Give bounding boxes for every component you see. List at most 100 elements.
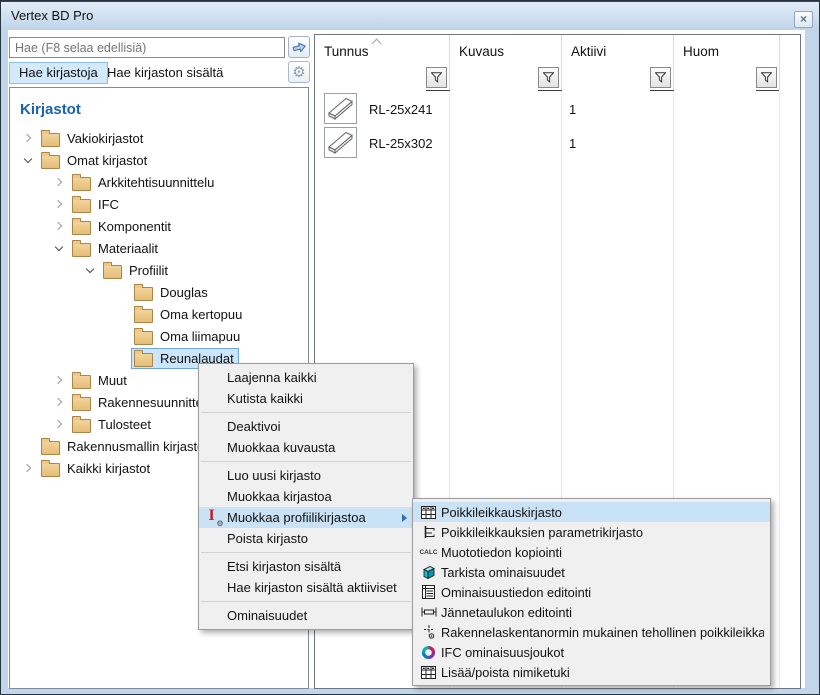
tree-item-douglas[interactable]: Douglas	[10, 281, 308, 303]
menu-item-etsi-kirjaston-sisalta[interactable]: Etsi kirjaston sisältä	[199, 556, 413, 577]
tree-item-body[interactable]: Komponentit	[69, 216, 176, 237]
tree-item-body[interactable]: Arkkitehtisuunnittelu	[69, 172, 219, 193]
chevron-closed-icon[interactable]	[51, 394, 67, 410]
table-filter-row	[315, 65, 779, 91]
menu-item-poikkileikkauksien-parametrikirjasto[interactable]: Poikkileikkauksien parametrikirjasto	[413, 522, 770, 542]
grid-icon	[416, 666, 441, 679]
tree-item-materiaalit[interactable]: Materiaalit	[10, 237, 308, 259]
tab-search-libraries[interactable]: Hae kirjastoja	[9, 62, 108, 84]
chevron-closed-icon[interactable]	[20, 460, 36, 476]
menu-item-label: Jännetaulukon editointi	[441, 605, 764, 620]
menu-item-ifc-ominaisuusjoukot[interactable]: IFC ominaisuusjoukot	[413, 642, 770, 662]
chevron-closed-icon[interactable]	[51, 174, 67, 190]
filter-input-aktiivi[interactable]	[562, 64, 650, 91]
folder-icon	[134, 309, 153, 323]
tree-item-vakiokirjastot[interactable]: Vakiokirjastot	[10, 127, 308, 149]
table-rows: RL-25x2411RL-25x3021	[315, 92, 800, 160]
menu-item-ominaisuudet[interactable]: Ominaisuudet	[199, 605, 413, 626]
chevron-spacer	[20, 438, 36, 454]
menu-item-lisaa-poista-nimiketuki[interactable]: Lisää/poista nimiketuki	[413, 662, 770, 682]
tree-item-body[interactable]: Oma liimapuu	[131, 326, 245, 347]
folder-icon	[72, 199, 91, 213]
menu-item-laajenna-kaikki[interactable]: Laajenna kaikki	[199, 367, 413, 388]
chevron-closed-icon[interactable]	[51, 196, 67, 212]
tree-item-body[interactable]: Muut	[69, 370, 132, 391]
menu-item-tarkista-ominaisuudet[interactable]: Tarkista ominaisuudet	[413, 562, 770, 582]
table-row[interactable]: RL-25x3021	[315, 126, 800, 160]
menu-separator	[201, 461, 411, 462]
column-header-huom[interactable]: Huom	[674, 35, 780, 65]
column-header-aktiivi[interactable]: Aktiivi	[562, 35, 674, 65]
tree-item-body[interactable]: Omat kirjastot	[38, 150, 152, 171]
chevron-closed-icon[interactable]	[51, 416, 67, 432]
filter-funnel-icon[interactable]	[426, 67, 447, 88]
column-header-kuvaus[interactable]: Kuvaus	[450, 35, 562, 65]
search-input[interactable]	[9, 37, 285, 58]
filter-input-tunnus[interactable]	[315, 64, 426, 91]
chevron-spacer	[113, 306, 129, 322]
submenu-arrow-icon	[402, 514, 407, 522]
tree-item-oma-liimapuu[interactable]: Oma liimapuu	[10, 325, 308, 347]
chevron-open-icon[interactable]	[20, 152, 36, 168]
menu-item-hae-kirjaston-sisalta-aktiiviset[interactable]: Hae kirjaston sisältä aktiiviset	[199, 577, 413, 598]
filter-input-kuvaus[interactable]	[450, 64, 538, 91]
tree-item-body[interactable]: Rakennusmallin kirjastot	[38, 436, 213, 457]
tree-item-profiilit[interactable]: Profiilit	[10, 259, 308, 281]
folder-icon	[72, 177, 91, 191]
context-menu: Laajenna kaikkiKutista kaikkiDeaktivoiMu…	[198, 363, 414, 630]
filter-input-huom[interactable]	[674, 64, 756, 91]
tree-item-body[interactable]: Tulosteet	[69, 414, 156, 435]
menu-item-rakennelaskentanormin-mukainen-tehollinen-poikkileikkaus[interactable]: Rakennelaskentanormin mukainen teholline…	[413, 622, 770, 642]
column-grid-line	[779, 91, 780, 688]
chevron-closed-icon[interactable]	[20, 130, 36, 146]
chevron-closed-icon[interactable]	[51, 218, 67, 234]
tree-item-body[interactable]: IFC	[69, 194, 124, 215]
tree-item-body[interactable]: Materiaalit	[69, 238, 163, 259]
chevron-open-icon[interactable]	[51, 240, 67, 256]
filter-funnel-icon[interactable]	[756, 67, 777, 88]
tree-item-oma-kertopuu[interactable]: Oma kertopuu	[10, 303, 308, 325]
menu-item-ominaisuustiedon-editointi[interactable]: Ominaisuustiedon editointi	[413, 582, 770, 602]
table-row[interactable]: RL-25x2411	[315, 92, 800, 126]
plank-icon	[324, 127, 357, 158]
menu-item-jannetaulukon-editointi[interactable]: Jännetaulukon editointi	[413, 602, 770, 622]
menu-item-muokkaa-profiilikirjastoa[interactable]: I⚙Muokkaa profiilikirjastoa	[199, 507, 413, 528]
menu-item-muototiedon-kopiointi[interactable]: CALCMuototiedon kopiointi	[413, 542, 770, 562]
chevron-closed-icon[interactable]	[51, 372, 67, 388]
tree-item-label: Materiaalit	[98, 241, 158, 256]
tree-item-label: Omat kirjastot	[67, 153, 147, 168]
tree-item-body[interactable]: Oma kertopuu	[131, 304, 247, 325]
menu-item-label: Kutista kaikki	[227, 391, 407, 406]
tab-search-library-content[interactable]: Hae kirjaston sisältä	[107, 62, 223, 84]
tree-item-omat-kirjastot[interactable]: Omat kirjastot	[10, 149, 308, 171]
folder-icon	[41, 155, 60, 169]
menu-item-muokkaa-kuvausta[interactable]: Muokkaa kuvausta	[199, 437, 413, 458]
close-icon[interactable]: ×	[794, 11, 813, 28]
menu-item-poista-kirjasto[interactable]: Poista kirjasto	[199, 528, 413, 549]
folder-icon	[72, 221, 91, 235]
menu-item-deaktivoi[interactable]: Deaktivoi	[199, 416, 413, 437]
tree-item-body[interactable]: Kaikki kirjastot	[38, 458, 155, 479]
filter-funnel-icon[interactable]	[538, 67, 559, 88]
tree-item-label: Vakiokirjastot	[67, 131, 143, 146]
tree-item-ifc[interactable]: IFC	[10, 193, 308, 215]
menu-item-kutista-kaikki[interactable]: Kutista kaikki	[199, 388, 413, 409]
column-header-tunnus[interactable]: Tunnus	[315, 35, 450, 65]
tree-item-arkkitehtisuunnittelu[interactable]: Arkkitehtisuunnittelu	[10, 171, 308, 193]
gear-button[interactable]: ⚙	[288, 61, 310, 83]
menu-item-label: Rakennelaskentanormin mukainen teholline…	[441, 625, 764, 640]
tree-item-label: Kaikki kirjastot	[67, 461, 150, 476]
tree-item-komponentit[interactable]: Komponentit	[10, 215, 308, 237]
ifc-icon	[416, 645, 441, 660]
menu-item-poikkileikkauskirjasto[interactable]: Poikkileikkauskirjasto	[413, 502, 770, 522]
tree-item-label: Arkkitehtisuunnittelu	[98, 175, 214, 190]
tree-item-body[interactable]: Rakennesuunnittelu	[69, 392, 218, 413]
chevron-open-icon[interactable]	[82, 262, 98, 278]
tree-item-body[interactable]: Profiilit	[100, 260, 173, 281]
menu-item-muokkaa-kirjastoa[interactable]: Muokkaa kirjastoa	[199, 486, 413, 507]
filter-funnel-icon[interactable]	[650, 67, 671, 88]
tree-item-body[interactable]: Vakiokirjastot	[38, 128, 148, 149]
go-arrow-button[interactable]	[288, 36, 310, 58]
menu-item-luo-uusi-kirjasto[interactable]: Luo uusi kirjasto	[199, 465, 413, 486]
tree-item-body[interactable]: Douglas	[131, 282, 213, 303]
